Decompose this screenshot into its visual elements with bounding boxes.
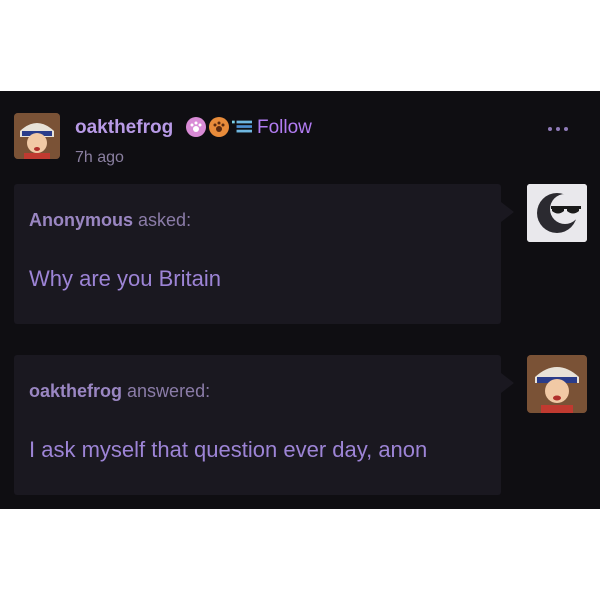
answer-header: oakthefrog answered:	[29, 381, 210, 402]
badge-paw-orange-icon[interactable]	[209, 117, 229, 137]
question-bubble: Anonymous asked: Why are you Britain	[14, 184, 514, 324]
answer-text: I ask myself that question ever day, ano…	[29, 437, 428, 462]
question-header: Anonymous asked:	[29, 210, 191, 231]
question-text: Why are you Britain	[29, 266, 221, 291]
answered-label: answered:	[127, 381, 211, 401]
asker-name[interactable]: Anonymous	[29, 210, 133, 230]
user-badges	[186, 117, 252, 137]
more-icon[interactable]	[548, 127, 568, 131]
anon-sunglasses-avatar	[527, 184, 587, 242]
answer-bubble: oakthefrog answered: I ask myself that q…	[14, 355, 514, 495]
post-card: oakthefrog Follow 7h ago Anonymous asked…	[0, 91, 600, 509]
badge-paw-pink-icon[interactable]	[186, 117, 206, 137]
post-username[interactable]: oakthefrog	[75, 117, 173, 139]
asked-label: asked:	[138, 210, 192, 230]
answer-author[interactable]: oakthefrog	[29, 381, 122, 401]
post-timestamp: 7h ago	[75, 149, 124, 166]
avatar[interactable]	[14, 113, 60, 159]
answer-avatar[interactable]	[527, 355, 587, 413]
follow-button[interactable]: Follow	[257, 117, 312, 139]
badge-banner-icon[interactable]	[232, 117, 252, 137]
